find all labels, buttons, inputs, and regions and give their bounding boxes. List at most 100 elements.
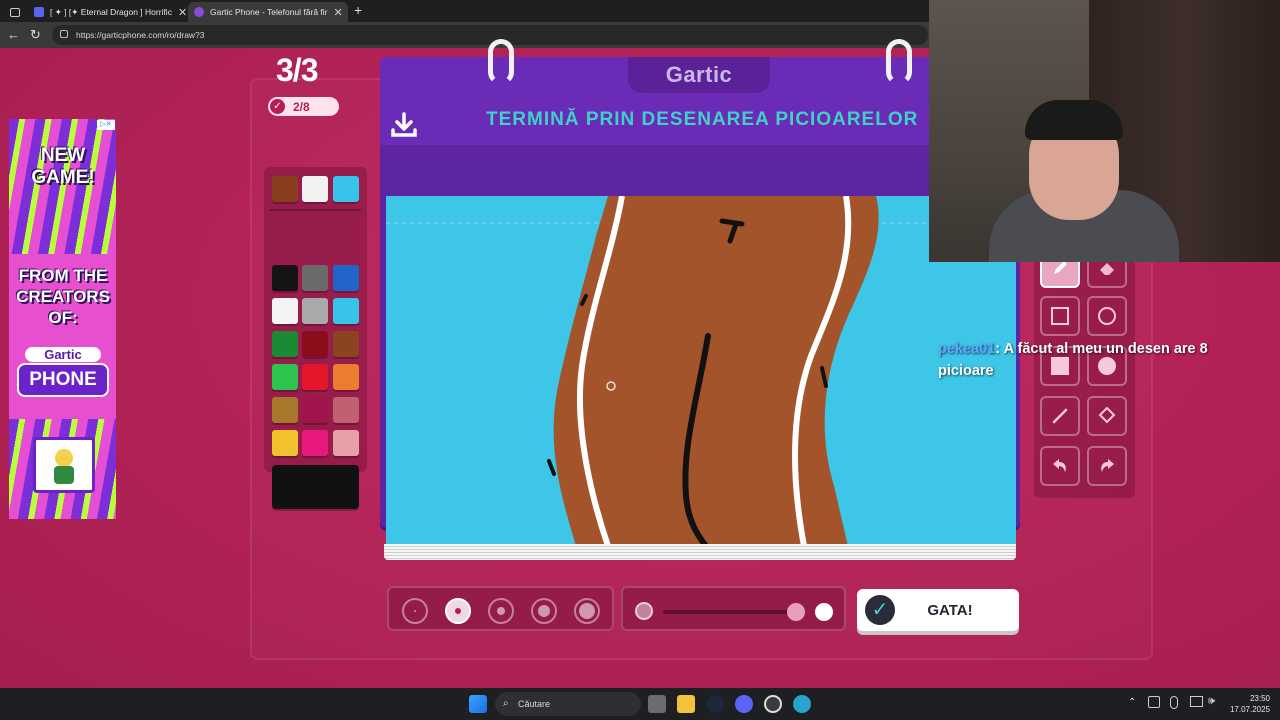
display-icon[interactable] (1190, 696, 1203, 707)
color-swatch[interactable] (302, 331, 328, 357)
edge-icon[interactable] (793, 695, 811, 713)
advertisement-banner[interactable]: NEW GAME! FROM THE CREATORS OF: PHONE Ga… (9, 119, 116, 519)
done-button[interactable]: ✓ GATA! (857, 589, 1019, 631)
color-swatch[interactable] (272, 176, 298, 202)
color-palette (264, 167, 367, 472)
gartic-favicon-icon (194, 7, 204, 17)
webcam-overlay (929, 0, 1280, 262)
search-icon: ⌕ (503, 698, 509, 709)
paint-bucket-icon (1098, 406, 1116, 424)
file-explorer-icon[interactable] (677, 695, 695, 713)
undo-button[interactable] (1040, 446, 1080, 486)
color-swatch[interactable] (302, 397, 328, 423)
color-swatch[interactable] (302, 430, 328, 456)
redo-button[interactable] (1087, 446, 1127, 486)
palette-divider (270, 209, 361, 211)
site-info-icon[interactable] (60, 30, 68, 38)
line-icon (1052, 408, 1068, 424)
color-swatch[interactable] (272, 298, 298, 324)
volume-icon[interactable]: 🕪 (1208, 695, 1215, 708)
undo-icon (1053, 459, 1066, 472)
binder-ring-right (886, 39, 912, 85)
reload-icon[interactable]: ↻ (30, 27, 41, 43)
system-clock[interactable]: 23:50 17.07.2025 (1230, 693, 1270, 715)
ad-logo-phone: PHONE (17, 363, 109, 397)
dot-icon (497, 607, 505, 615)
gartic-logo: Gartic (628, 57, 770, 93)
dot-icon (455, 608, 461, 614)
color-swatch[interactable] (333, 364, 359, 390)
microphone-icon[interactable] (1170, 696, 1178, 709)
download-icon[interactable] (390, 112, 418, 138)
color-swatch[interactable] (302, 364, 328, 390)
tab-eternal-dragon[interactable]: [ ✦ ] [✦ Eternal Dragon ] Horrific ✕ (28, 2, 188, 22)
task-view-icon[interactable] (648, 695, 666, 713)
color-swatch[interactable] (333, 430, 359, 456)
tray-chevron-icon[interactable]: ⌃ (1128, 697, 1136, 708)
opacity-low-icon (635, 602, 653, 620)
color-swatch[interactable] (272, 265, 298, 291)
brush-size-s[interactable] (445, 598, 471, 624)
network-icon[interactable] (1148, 696, 1160, 708)
color-swatch[interactable] (333, 176, 359, 202)
color-swatch[interactable] (272, 331, 298, 357)
color-swatch[interactable] (333, 331, 359, 357)
dot-icon (414, 610, 416, 612)
color-swatch[interactable] (302, 265, 328, 291)
ad-choices-icon[interactable]: ▷✕ (97, 120, 115, 130)
close-tab-icon[interactable]: ✕ (172, 6, 187, 19)
new-tab-button[interactable]: + (354, 2, 362, 18)
tab-gartic-phone[interactable]: Gartic Phone - Telefonul fără fir ✕ (188, 2, 348, 22)
ad-character-card (33, 437, 95, 493)
color-swatch[interactable] (272, 397, 298, 423)
address-bar[interactable]: https://garticphone.com/ro/draw?3 (52, 25, 928, 45)
color-swatch[interactable] (302, 176, 328, 202)
brush-size-l[interactable] (531, 598, 557, 624)
close-tab-icon[interactable]: ✕ (328, 6, 343, 19)
ellipse-tool-button[interactable] (1087, 296, 1127, 336)
opacity-handle[interactable] (787, 603, 805, 621)
clock-date: 17.07.2025 (1229, 705, 1270, 714)
brush-size-m[interactable] (488, 598, 514, 624)
color-swatch[interactable] (333, 265, 359, 291)
drawing-artwork (386, 196, 1016, 546)
tab-actions-icon (10, 7, 20, 17)
color-swatch[interactable] (272, 430, 298, 456)
brush-size-xl[interactable] (574, 598, 600, 624)
opacity-track[interactable] (663, 610, 798, 614)
start-menu-icon[interactable] (469, 695, 487, 713)
ad-logo-gartic: Gartic (25, 347, 101, 362)
color-swatch[interactable] (333, 397, 359, 423)
rectangle-tool-button[interactable] (1040, 296, 1080, 336)
ellipse-outline-icon (1098, 307, 1116, 325)
round-counter: 3/3 (276, 52, 318, 88)
chat-username: pekea01 (938, 341, 996, 357)
rectangle-outline-icon (1051, 307, 1069, 325)
discord-favicon-icon (34, 7, 44, 17)
opacity-high-icon (815, 603, 833, 621)
check-icon: ✓ (270, 99, 285, 114)
fill-tool-button[interactable] (1087, 396, 1127, 436)
steam-icon[interactable] (706, 695, 724, 713)
brush-size-selector (387, 586, 614, 631)
drawing-canvas[interactable] (386, 196, 1016, 546)
stream-chat-message: pekea01: A făcut al meu un desen are 8 p… (938, 338, 1258, 382)
ad-subline: FROM THE CREATORS OF: (16, 266, 110, 327)
taskbar-search[interactable]: ⌕ Căutare (495, 692, 641, 716)
back-arrow-icon[interactable]: ← (7, 27, 20, 42)
color-swatch[interactable] (272, 364, 298, 390)
brush-size-xs[interactable] (402, 598, 428, 624)
dot-icon (579, 603, 595, 619)
done-label: GATA! (927, 601, 973, 619)
current-color-preview[interactable] (272, 465, 359, 509)
chrome-icon[interactable] (764, 695, 782, 713)
color-swatch[interactable] (302, 298, 328, 324)
ad-character-icon (54, 449, 74, 484)
clock-time: 23:50 (1249, 694, 1270, 703)
line-tool-button[interactable] (1040, 396, 1080, 436)
color-swatch[interactable] (333, 298, 359, 324)
discord-icon[interactable] (735, 695, 753, 713)
opacity-slider[interactable] (621, 586, 846, 631)
url-text: https://garticphone.com/ro/draw?3 (76, 30, 205, 40)
tab-actions-button[interactable] (4, 2, 26, 22)
